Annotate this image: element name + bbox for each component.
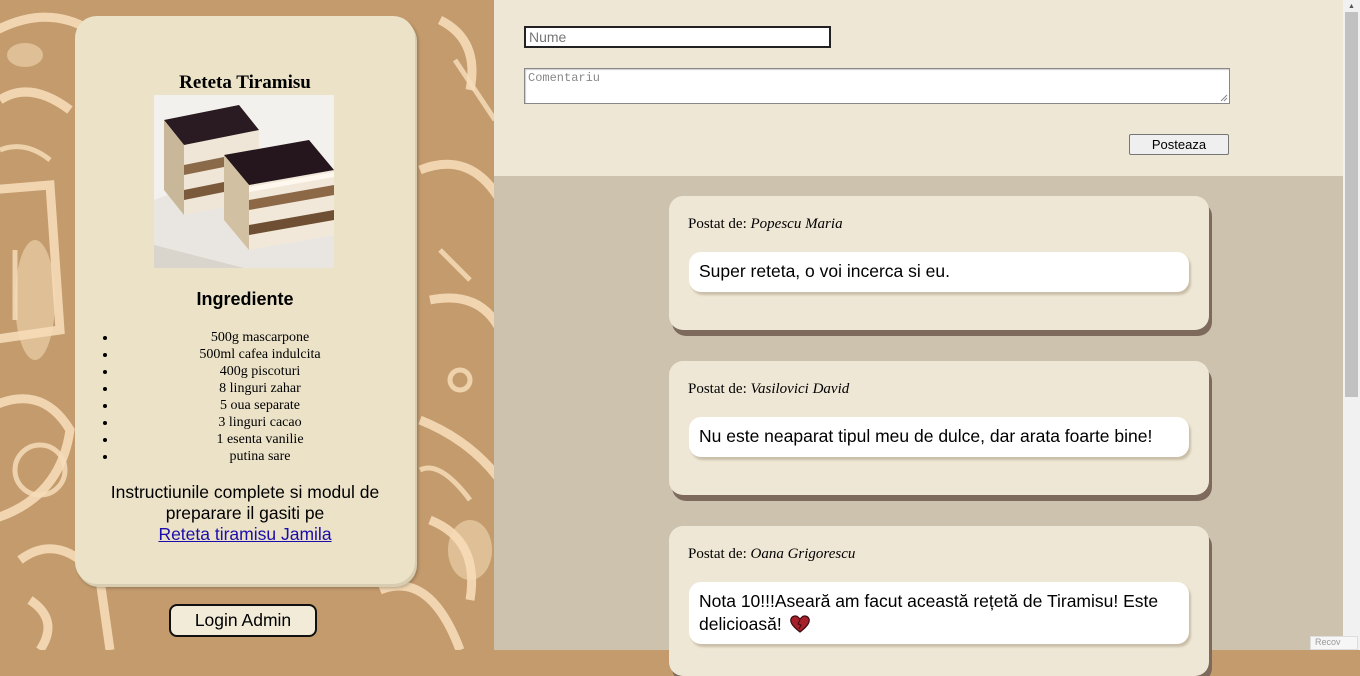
author-name: Popescu Maria — [750, 216, 843, 232]
instructions-block: Instructiunile complete si modul de prep… — [95, 482, 395, 545]
name-input[interactable] — [524, 26, 831, 48]
resize-grip-icon[interactable] — [1219, 93, 1228, 102]
comment-author: Postat de: Vasilovici David — [688, 381, 849, 398]
post-button[interactable]: Posteaza — [1129, 134, 1229, 155]
comment-author: Postat de: Popescu Maria — [688, 216, 843, 233]
comment-text: Super reteta, o voi incerca si eu. — [689, 252, 1189, 292]
tiramisu-photo — [154, 95, 334, 268]
ingredient-item: 8 linguri zahar — [117, 380, 415, 397]
comment-text: Nu este neaparat tipul meu de dulce, dar… — [689, 417, 1189, 457]
comment-text-content: Nota 10!!!Aseară am facut această rețetă… — [699, 591, 1159, 634]
ingredient-item: 500ml cafea indulcita — [117, 346, 415, 363]
author-prefix: Postat de: — [688, 216, 747, 232]
instructions-text: Instructiunile complete si modul de prep… — [110, 482, 380, 523]
author-name: Vasilovici David — [750, 381, 850, 397]
comment-card: Postat de: Popescu Maria Super reteta, o… — [669, 196, 1209, 330]
login-admin-button[interactable]: Login Admin — [169, 604, 317, 637]
ingredient-item: 1 esenta vanilie — [117, 431, 415, 448]
ingredient-item: 500g mascarpone — [117, 329, 415, 346]
author-name: Oana Grigorescu — [750, 546, 856, 562]
ingredients-heading: Ingrediente — [196, 289, 294, 309]
heart-icon — [789, 615, 810, 633]
recipe-card: Reteta Tiramisu Ingrediente 500g mascarp… — [75, 16, 415, 584]
recipe-link[interactable]: Reteta tiramisu Jamila — [158, 524, 331, 544]
comment-textarea[interactable] — [524, 68, 1230, 104]
comment-card: Postat de: Vasilovici David Nu este neap… — [669, 361, 1209, 495]
comment-author: Postat de: Oana Grigorescu — [688, 546, 855, 563]
ingredient-item: 5 oua separate — [117, 397, 415, 414]
author-prefix: Postat de: — [688, 546, 747, 562]
ingredient-item: 400g piscoturi — [117, 363, 415, 380]
corner-widget: Recov — [1310, 636, 1358, 650]
comment-text: Nota 10!!!Aseară am facut această rețetă… — [689, 582, 1189, 644]
ingredient-item: 3 linguri cacao — [117, 414, 415, 431]
recipe-title: Reteta Tiramisu — [179, 72, 311, 93]
ingredient-item: putina sare — [117, 448, 415, 465]
ingredients-list: 500g mascarpone 500ml cafea indulcita 40… — [99, 329, 415, 465]
comment-card: Postat de: Oana Grigorescu Nota 10!!!Ase… — [669, 526, 1209, 676]
scroll-up-arrow-icon[interactable]: ▲ — [1343, 0, 1360, 12]
scrollbar-thumb[interactable] — [1345, 12, 1358, 397]
author-prefix: Postat de: — [688, 381, 747, 397]
